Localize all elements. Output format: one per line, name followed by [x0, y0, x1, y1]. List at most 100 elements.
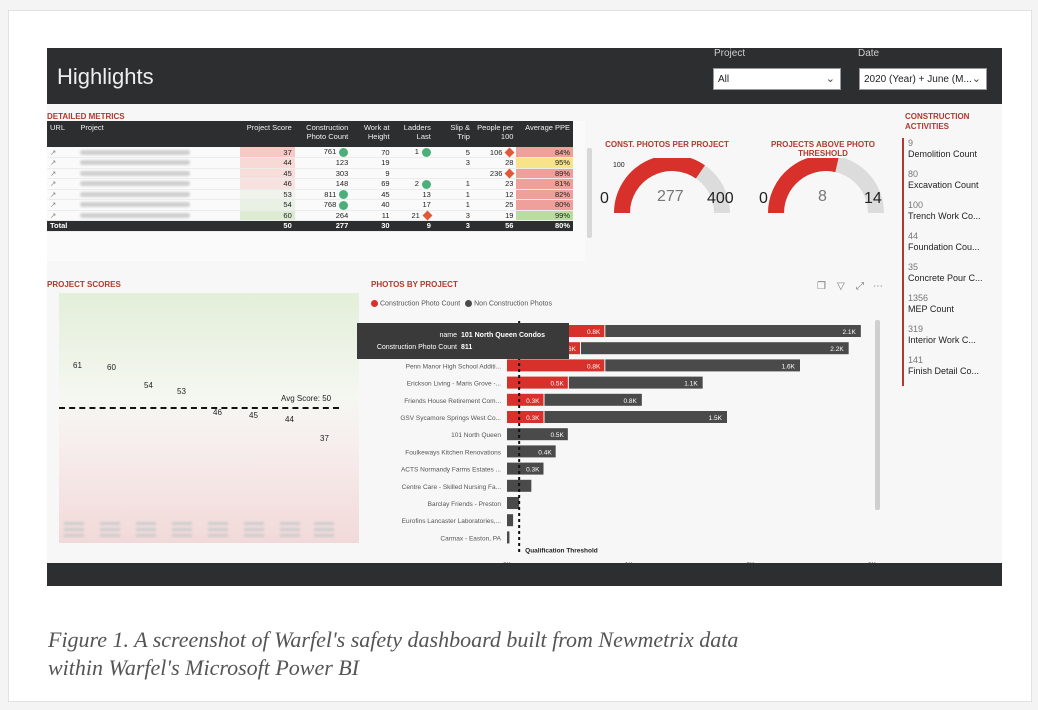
column-header[interactable]: Project: [77, 121, 241, 147]
non-construction-bar-label: 0.4K: [538, 449, 552, 456]
activity-value: 100: [908, 200, 924, 210]
height-cell-value: 9: [385, 168, 390, 178]
activity-label[interactable]: Excavation Count: [908, 180, 979, 190]
ladders-cell: [392, 168, 434, 179]
column-header[interactable]: Ladders Last: [392, 121, 434, 147]
total-cell: 50: [240, 220, 295, 232]
table-row[interactable]: ↗ 54 768 40 17 1 25 80%: [47, 199, 573, 211]
url-icon[interactable]: ↗: [47, 168, 78, 179]
page-background: Highlights Project All ⌄ Date 2020 (Year…: [0, 0, 1038, 710]
people-cell: 19: [472, 210, 517, 222]
gauge-value: 277: [657, 188, 684, 205]
activity-label[interactable]: Demolition Count: [908, 149, 977, 159]
photos-cell-value: 303: [335, 168, 349, 178]
activity-label[interactable]: Finish Detail Co...: [908, 366, 979, 376]
score-cell: 54: [240, 199, 295, 211]
status-dot-icon: [339, 190, 349, 200]
height-cell: 11: [351, 210, 393, 222]
non-construction-bar[interactable]: [507, 497, 520, 509]
table-row[interactable]: ↗ 46 148 69 2 1 23 81%: [47, 178, 573, 190]
score-cell-value: 60: [283, 210, 292, 220]
ladders-cell: [392, 157, 434, 169]
copy-icon[interactable]: ❐: [817, 281, 826, 292]
slip-cell-value: 5: [465, 147, 470, 157]
score-cell-value: 53: [283, 189, 292, 199]
non-construction-bar[interactable]: [507, 514, 514, 527]
total-cell: 56: [472, 220, 517, 232]
total-cell: [77, 220, 241, 232]
activity-label[interactable]: Trench Work Co...: [908, 211, 981, 221]
score-cell: 37: [240, 147, 295, 158]
activity-label[interactable]: Interior Work C...: [908, 335, 976, 345]
people-cell-value: 23: [505, 179, 514, 189]
non-construction-bar-label: 0.8K: [623, 398, 637, 405]
height-cell-value: 19: [381, 158, 390, 168]
metrics-table-container: URL Project Project Score Construction P…: [47, 121, 585, 261]
column-header[interactable]: Project Score: [240, 121, 295, 147]
activity-value: 9: [908, 138, 914, 148]
activity-label[interactable]: Foundation Cou...: [908, 242, 980, 252]
project-filter-select[interactable]: All ⌄: [713, 68, 841, 90]
url-icon[interactable]: ↗: [47, 178, 78, 190]
column-header[interactable]: People per 100: [472, 121, 517, 147]
activity-value: 141: [908, 355, 924, 365]
score-point: 60: [107, 363, 116, 372]
url-icon[interactable]: ↗: [47, 199, 78, 211]
column-header[interactable]: Average PPE: [516, 121, 573, 147]
blurred-project-name: [80, 212, 191, 218]
url-icon[interactable]: ↗: [47, 210, 78, 222]
date-filter-select[interactable]: 2020 (Year) + June (M... ⌄: [859, 68, 987, 90]
focus-mode-icon[interactable]: ⤢: [856, 281, 864, 292]
photos-cell-value: 264: [335, 210, 349, 220]
project-filter-value: All: [718, 74, 730, 85]
column-header[interactable]: Construction Photo Count: [294, 121, 352, 147]
url-icon[interactable]: ↗: [47, 157, 78, 169]
ppe-cell-value: 84%: [554, 147, 570, 157]
ppe-cell: 84%: [516, 147, 573, 158]
table-row[interactable]: ↗ 44 123 19 3 28 95%: [47, 157, 573, 169]
non-construction-bar-label: 1.6K: [782, 363, 796, 370]
people-cell-value: 106: [489, 147, 503, 157]
activity-label[interactable]: MEP Count: [908, 304, 954, 314]
filter-icon[interactable]: ▽: [837, 281, 845, 292]
ppe-cell: 99%: [516, 210, 573, 222]
table-scrollbar[interactable]: [587, 148, 592, 238]
table-row[interactable]: ↗ 45 303 9 236 89%: [47, 168, 573, 179]
height-cell-value: 11: [381, 210, 390, 220]
ladders-cell-value: 17: [422, 200, 431, 210]
score-point: 53: [177, 387, 186, 396]
non-construction-bar-label: 1.1K: [684, 381, 698, 388]
table-row[interactable]: ↗ 37 761 70 1 5 106 84%: [47, 147, 573, 158]
score-point: 44: [285, 415, 294, 424]
chart-scrollbar[interactable]: [875, 320, 880, 510]
url-icon[interactable]: ↗: [47, 147, 78, 158]
height-cell: 19: [351, 157, 393, 169]
gauge-target: 100: [613, 162, 625, 169]
non-construction-bar[interactable]: [568, 376, 703, 389]
column-header[interactable]: URL: [47, 121, 78, 147]
chevron-down-icon: ⌄: [971, 73, 981, 85]
dashboard-footer-bar: [47, 563, 1002, 586]
non-construction-bar[interactable]: [605, 359, 800, 372]
gauge-min: 0: [600, 190, 609, 207]
warning-diamond-icon: [422, 210, 433, 221]
slip-cell-value: 1: [465, 200, 470, 210]
people-cell: 23: [472, 178, 517, 190]
blurred-project-name: [80, 202, 191, 208]
activity-label[interactable]: Concrete Pour C...: [908, 273, 983, 283]
non-construction-bar[interactable]: [581, 342, 849, 355]
avg-score-line: [59, 407, 339, 409]
score-point: 37: [320, 434, 329, 443]
column-header[interactable]: Slip & Trip: [433, 121, 473, 147]
column-header[interactable]: Work at Height: [351, 121, 393, 147]
more-options-icon[interactable]: ⋯: [873, 281, 883, 292]
height-cell-value: 70: [381, 147, 390, 157]
url-icon[interactable]: ↗: [47, 189, 78, 201]
activity-value: 35: [908, 262, 919, 272]
table-row[interactable]: ↗ 53 811 45 13 1 12 82%: [47, 189, 573, 201]
metrics-table-body: ↗ 37 761 70 1 5 106 84% ↗ 44 123 19 3 28 95% ↗ 45 303 9 236…: [47, 147, 573, 232]
non-construction-bar[interactable]: [507, 531, 510, 544]
non-construction-bar[interactable]: [605, 325, 861, 337]
non-construction-bar[interactable]: [544, 411, 728, 423]
table-row[interactable]: ↗ 60 264 11 21 3 19 99%: [47, 210, 573, 222]
